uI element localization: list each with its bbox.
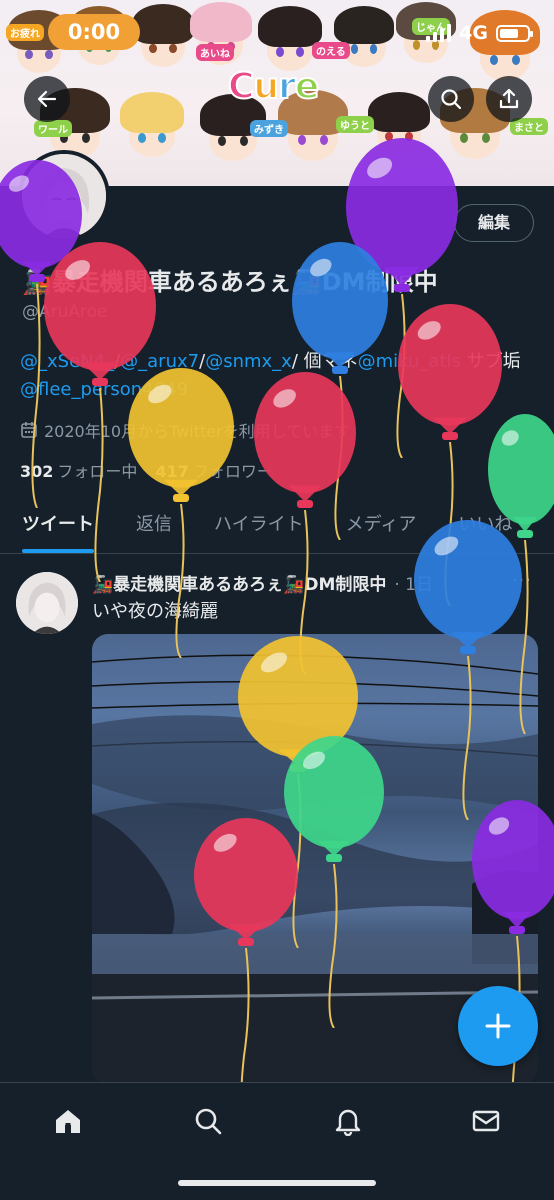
tab-replies[interactable]: 返信: [114, 498, 192, 553]
signal-icon: [426, 24, 452, 42]
purple-balloon: [346, 138, 458, 458]
search-icon: [195, 1108, 222, 1135]
followers-link[interactable]: 417 フォロワー: [155, 458, 272, 482]
more-options-icon[interactable]: ···: [512, 570, 532, 591]
chibi-character: [368, 92, 430, 160]
network-type: 4G: [459, 22, 488, 44]
banner-tag: みずき: [250, 120, 288, 137]
bio-mention[interactable]: @snmx_x: [205, 351, 292, 372]
followers-count: 417: [155, 462, 189, 481]
status-bar: 0:00 4G: [0, 0, 554, 62]
banner-tag: ワール: [34, 120, 72, 137]
calendar-icon: [21, 422, 37, 438]
plus-icon: [485, 1013, 511, 1039]
status-indicators: 4G: [426, 22, 533, 44]
profile-avatar[interactable]: [18, 150, 110, 242]
bio-mention[interactable]: @_arux7: [120, 351, 199, 372]
joined-date: 2020年10月からTwitterを利用しています: [20, 418, 350, 442]
followers-label: フォロワー: [192, 462, 273, 481]
arrow-left-icon: [37, 90, 57, 108]
joined-text: 2020年10月からTwitterを利用しています: [44, 422, 351, 441]
tab-tweets[interactable]: ツイート: [0, 498, 114, 553]
share-icon: [499, 88, 519, 109]
home-indicator: [178, 1180, 376, 1186]
share-button[interactable]: [486, 76, 532, 122]
profile-handle: @AruAroe: [22, 302, 108, 322]
home-icon: [56, 1110, 80, 1133]
status-time: 0:00: [48, 14, 140, 50]
following-count: 302: [20, 462, 54, 481]
profile-display-name: 🚂暴走機関車あるあろぇ🚂DM制限中: [22, 268, 438, 296]
search-icon: [441, 89, 462, 110]
logo-letter: e: [294, 65, 320, 108]
tab-likes[interactable]: いいね: [436, 498, 532, 553]
tab-highlights[interactable]: ハイライト: [192, 498, 324, 553]
bio-text: / 個マネ: [291, 351, 358, 372]
tweet-text: いや夜の海綺麗: [92, 601, 218, 622]
bio-text: サブ垢: [460, 351, 521, 372]
battery-icon: [496, 24, 533, 42]
cure-logo: Cure: [227, 65, 320, 108]
tab-media[interactable]: メディア: [324, 498, 437, 553]
chibi-character: [120, 92, 184, 162]
tweet-avatar[interactable]: [16, 572, 78, 634]
tweet-time: · 1日: [394, 575, 433, 595]
logo-letter: r: [277, 65, 297, 108]
nav-notifications[interactable]: [328, 1101, 368, 1141]
profile-tabs: ツイート 返信 ハイライト メディア いいね: [0, 498, 554, 554]
bio-mention[interactable]: @_xSeN4_: [20, 351, 114, 372]
nav-messages[interactable]: [466, 1101, 506, 1141]
nav-search[interactable]: [188, 1101, 228, 1141]
bio-mention[interactable]: @flee_person4649: [20, 379, 188, 400]
tweet-header: 🚂暴走機関車あるあろぇ🚂DM制限中 · 1日: [92, 570, 433, 595]
compose-tweet-button[interactable]: [458, 986, 538, 1066]
avatar-illustration: [22, 154, 106, 238]
mail-icon: [472, 1110, 500, 1132]
logo-letter: C: [227, 65, 255, 108]
search-button[interactable]: [428, 76, 474, 122]
profile-bio: @_xSeN4_/@_arux7/@snmx_x/ 個マネ@miku_atls …: [20, 348, 540, 404]
banner-tag: ゆうと: [336, 116, 374, 133]
following-link[interactable]: 302 フォロー中: [20, 458, 137, 482]
bell-icon: [335, 1109, 361, 1136]
nav-home[interactable]: [48, 1101, 88, 1141]
edit-profile-button[interactable]: 編集: [454, 204, 534, 242]
back-button[interactable]: [24, 76, 70, 122]
following-label: フォロー中: [57, 462, 138, 481]
follow-stats: 302 フォロー中 417 フォロワー: [20, 458, 273, 482]
tweet-author[interactable]: 🚂暴走機関車あるあろぇ🚂DM制限中: [92, 570, 386, 595]
logo-letter: u: [252, 65, 280, 108]
bio-mention[interactable]: @miku_atls: [358, 351, 461, 372]
avatar-illustration: [16, 572, 78, 634]
